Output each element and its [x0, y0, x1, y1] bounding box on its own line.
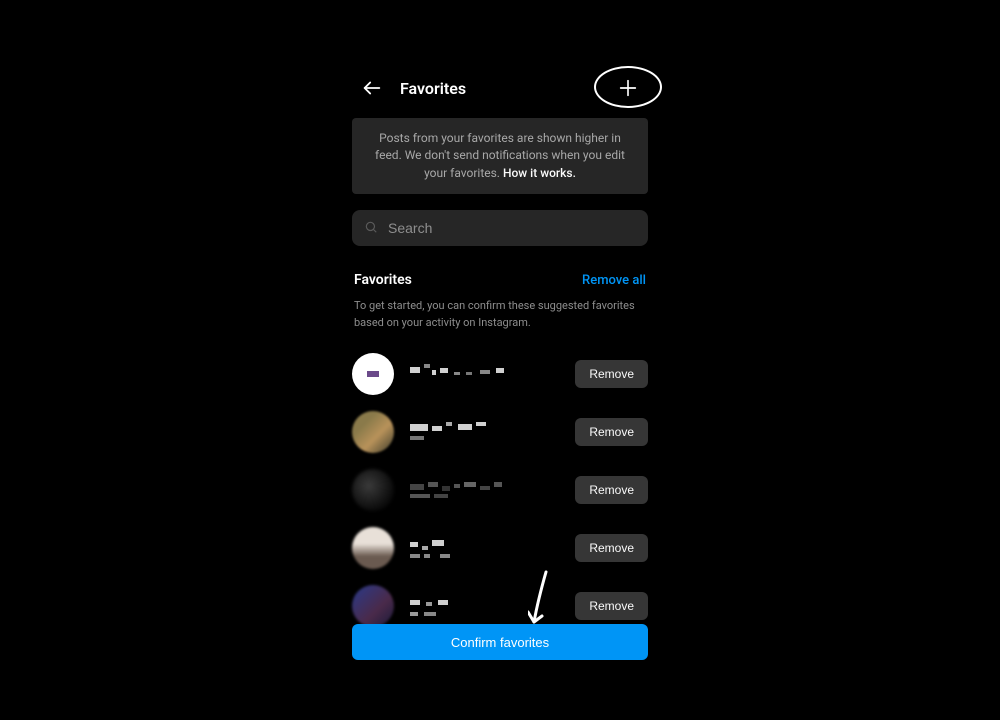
avatar[interactable] [352, 585, 394, 627]
remove-button[interactable]: Remove [575, 592, 648, 620]
page-title: Favorites [400, 79, 466, 98]
avatar[interactable] [352, 411, 394, 453]
confirm-favorites-button[interactable]: Confirm favorites [352, 624, 648, 660]
avatar[interactable] [352, 353, 394, 395]
favorites-list: Remove Remove [352, 345, 648, 635]
search-input[interactable] [388, 220, 636, 236]
info-text: Posts from your favorites are shown high… [375, 131, 625, 180]
list-item: Remove [352, 345, 648, 403]
username-redacted [410, 364, 575, 384]
remove-button[interactable]: Remove [575, 476, 648, 504]
list-item: Remove [352, 461, 648, 519]
username-redacted [410, 538, 575, 558]
remove-button[interactable]: Remove [575, 360, 648, 388]
search-icon [364, 219, 378, 238]
avatar[interactable] [352, 527, 394, 569]
how-it-works-link[interactable]: How it works. [503, 166, 576, 180]
list-item: Remove [352, 403, 648, 461]
username-redacted [410, 422, 575, 442]
avatar[interactable] [352, 469, 394, 511]
favorites-screen: Favorites Posts from your favorites are … [352, 64, 648, 635]
confirm-bar: Confirm favorites [352, 624, 648, 660]
section-header: Favorites Remove all [352, 272, 648, 288]
section-description: To get started, you can confirm these su… [352, 298, 648, 331]
remove-button[interactable]: Remove [575, 534, 648, 562]
list-item: Remove [352, 519, 648, 577]
add-icon[interactable] [612, 72, 644, 104]
info-banner: Posts from your favorites are shown high… [352, 118, 648, 194]
header: Favorites [352, 64, 648, 112]
back-icon[interactable] [356, 72, 388, 104]
search-bar[interactable] [352, 210, 648, 246]
remove-button[interactable]: Remove [575, 418, 648, 446]
username-redacted [410, 596, 575, 616]
remove-all-button[interactable]: Remove all [582, 273, 646, 288]
section-title: Favorites [354, 272, 412, 288]
username-redacted [410, 480, 575, 500]
